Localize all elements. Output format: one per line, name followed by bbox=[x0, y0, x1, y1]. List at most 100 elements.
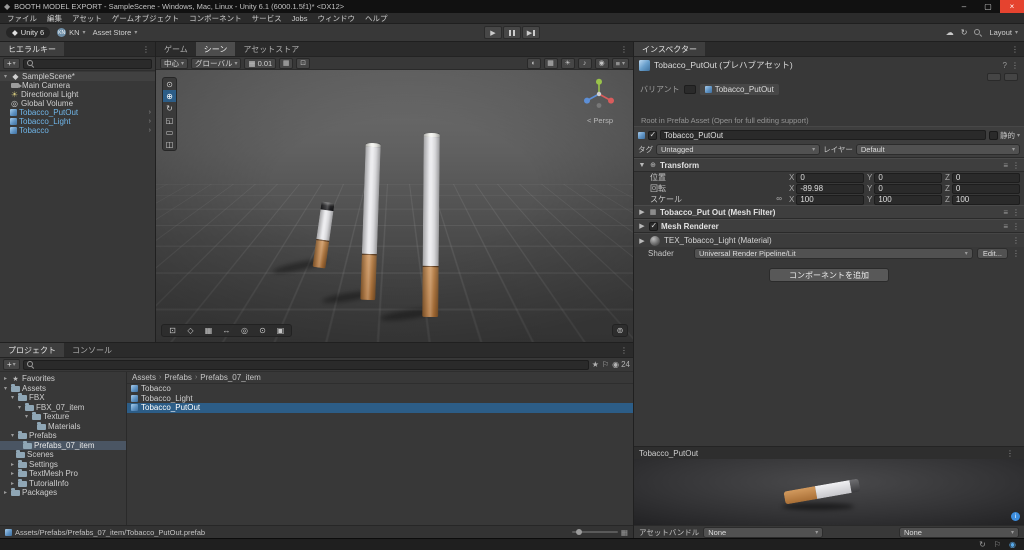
shading-mode-icon[interactable]: ◐ bbox=[526, 57, 541, 69]
expander-icon[interactable]: ▸ bbox=[9, 480, 16, 487]
uniform-scale-link-icon[interactable]: ∞ bbox=[776, 194, 782, 203]
inspector-menu-icon[interactable]: ⋮ bbox=[1006, 42, 1024, 56]
rotate-tool-button[interactable]: ↻ bbox=[163, 102, 176, 114]
presets-icon[interactable]: ≡ bbox=[1003, 222, 1008, 231]
tree-item-packages[interactable]: ▸ Packages bbox=[0, 488, 126, 498]
breadcrumb-assets[interactable]: Assets bbox=[132, 373, 156, 382]
expander-icon[interactable]: ▾ bbox=[16, 404, 23, 411]
menu-services[interactable]: サービス bbox=[247, 13, 287, 24]
orientation-gizmo[interactable] bbox=[579, 76, 619, 116]
tab-game[interactable]: ゲーム bbox=[156, 42, 196, 56]
expander-icon[interactable]: ▸ bbox=[2, 375, 9, 382]
search-by-type-icon[interactable]: ★ bbox=[592, 360, 599, 369]
tab-project[interactable]: プロジェクト bbox=[0, 343, 64, 357]
tree-item-textmesh-pro[interactable]: ▸ TextMesh Pro bbox=[0, 469, 126, 479]
material-foldout[interactable]: ▶ TEX_Tobacco_Light (Material) ⋮ bbox=[634, 233, 1024, 247]
unity-version-badge[interactable]: ◆ Unity 6 bbox=[6, 27, 51, 38]
kebab-icon[interactable]: ⋮ bbox=[1012, 161, 1020, 170]
orientation-dropdown[interactable]: グローバル ▾ bbox=[191, 57, 242, 69]
overlay-tool-icon-3[interactable]: ▦ bbox=[200, 325, 217, 336]
cloud-icon[interactable]: ☁ bbox=[946, 28, 954, 37]
asset-bundle-button[interactable] bbox=[1004, 73, 1018, 81]
icon-size-slider[interactable] bbox=[571, 529, 618, 535]
hierarchy-item-tobacco-putout[interactable]: Tobacco_PutOut › bbox=[0, 108, 155, 117]
help-icon[interactable]: ? bbox=[1003, 61, 1007, 70]
expander-icon[interactable]: ▾ bbox=[9, 394, 16, 401]
scale-z-field[interactable]: 100 bbox=[951, 194, 1020, 205]
gameobject-name-field[interactable]: Tobacco_PutOut bbox=[660, 130, 986, 140]
maximize-button[interactable]: ▢ bbox=[976, 0, 1000, 13]
active-checkbox[interactable] bbox=[648, 130, 657, 140]
tree-item-scenes[interactable]: Scenes bbox=[0, 450, 126, 460]
tree-item-materials[interactable]: Materials bbox=[0, 421, 126, 432]
increment-snap-icon[interactable]: ⊡ bbox=[296, 57, 311, 69]
chevron-down-icon[interactable]: ▾ bbox=[1017, 132, 1020, 139]
step-button[interactable]: ▶ bbox=[522, 26, 540, 39]
camera-overlay-toggle[interactable]: ⊚ bbox=[612, 324, 628, 337]
tree-item-settings[interactable]: ▸ Settings bbox=[0, 459, 126, 470]
expander-icon[interactable]: ▸ bbox=[9, 470, 16, 477]
hierarchy-item-tobacco[interactable]: Tobacco › bbox=[0, 126, 155, 135]
search-by-label-icon[interactable]: ⚐ bbox=[602, 360, 609, 369]
scene-header-row[interactable]: ▾ ◆ SampleScene* bbox=[0, 72, 155, 81]
kebab-icon[interactable]: ⋮ bbox=[1012, 249, 1020, 258]
overlay-tool-icon-5[interactable]: ◎ bbox=[236, 325, 253, 336]
rotation-y-field[interactable]: 0 bbox=[874, 183, 942, 194]
tab-asset-store[interactable]: アセットストア bbox=[235, 42, 307, 56]
project-add-button[interactable]: + ▾ bbox=[3, 359, 20, 370]
kebab-icon[interactable]: ⋮ bbox=[1011, 61, 1019, 70]
tree-item-favorites[interactable]: ▸ ★ Favorites bbox=[0, 374, 126, 384]
presets-icon[interactable]: ≡ bbox=[1003, 208, 1008, 217]
hierarchy-search-input[interactable] bbox=[22, 58, 152, 69]
overlay-tool-icon-2[interactable]: ◇ bbox=[182, 325, 199, 336]
open-prefab-arrow-icon[interactable]: › bbox=[149, 118, 153, 125]
add-component-button[interactable]: コンポーネントを追加 bbox=[769, 268, 889, 282]
overlay-tool-icon-7[interactable]: ▣ bbox=[272, 325, 289, 336]
asset-store-button[interactable]: Asset Store ▾ bbox=[93, 28, 138, 37]
view-tool-button[interactable]: ⊙ bbox=[163, 78, 176, 90]
asset-preview[interactable]: i bbox=[634, 459, 1024, 525]
tree-item-fbx-07-item[interactable]: ▾ FBX_07_item bbox=[0, 402, 126, 413]
project-search-input[interactable] bbox=[22, 359, 589, 370]
foldout-icon[interactable]: ▼ bbox=[638, 162, 646, 169]
expander-icon[interactable]: ▸ bbox=[9, 461, 16, 468]
hierarchy-item-tobacco-light[interactable]: Tobacco_Light › bbox=[0, 117, 155, 126]
account-button[interactable]: KN KN ▾ bbox=[57, 28, 86, 37]
snap-toggle-icon[interactable]: ▦ bbox=[279, 57, 294, 69]
hidden-items-count[interactable]: ◉ 24 bbox=[612, 360, 630, 369]
rotation-x-field[interactable]: -89.98 bbox=[796, 183, 864, 194]
tree-item-fbx[interactable]: ▾ FBX bbox=[0, 393, 126, 403]
mesh-filter-component-header[interactable]: ▶ ▦ Tobacco_Put Out (Mesh Filter) ≡ ⋮ bbox=[634, 205, 1024, 219]
menu-window[interactable]: ウィンドウ bbox=[312, 13, 360, 24]
expander-icon[interactable]: ▾ bbox=[9, 432, 16, 439]
menu-gameobject[interactable]: ゲームオブジェクト bbox=[107, 13, 184, 24]
rotation-z-field[interactable]: 0 bbox=[951, 183, 1020, 194]
transform-component-header[interactable]: ▼ ⊕ Transform ≡ ⋮ bbox=[634, 158, 1024, 172]
foldout-icon[interactable]: ▶ bbox=[638, 237, 646, 245]
expander-icon[interactable]: ▾ bbox=[23, 413, 30, 420]
scale-x-field[interactable]: 100 bbox=[796, 194, 864, 205]
tree-item-tutorialinfo[interactable]: ▸ TutorialInfo bbox=[0, 478, 126, 489]
hierarchy-item-global-volume[interactable]: ◎ Global Volume bbox=[0, 99, 155, 108]
file-tobacco-putout[interactable]: Tobacco_PutOut bbox=[127, 403, 633, 413]
move-tool-button[interactable]: ⊕ bbox=[163, 90, 176, 102]
foldout-icon[interactable]: ▶ bbox=[638, 222, 646, 230]
file-tobacco-light[interactable]: Tobacco_Light bbox=[127, 394, 633, 404]
grid-view-toggle-icon[interactable]: ▦ bbox=[621, 528, 628, 537]
transform-tool-button[interactable]: ◫ bbox=[163, 138, 176, 150]
shader-edit-button[interactable]: Edit... bbox=[976, 248, 1008, 259]
slider-handle[interactable] bbox=[575, 529, 582, 535]
tag-dropdown[interactable]: Untagged ▾ bbox=[656, 143, 821, 155]
scene-viewport[interactable]: ⊙ ⊕ ↻ ◱ ▭ ◫ < Persp ⊡ ◇ ▦ ↔ ◎ ⊙ ▣ ⊚ bbox=[156, 70, 633, 342]
shader-dropdown[interactable]: Universal Render Pipeline/Lit ▾ bbox=[694, 248, 973, 259]
pause-button[interactable] bbox=[503, 26, 521, 39]
menu-assets[interactable]: アセット bbox=[67, 13, 107, 24]
layer-dropdown[interactable]: Default ▾ bbox=[855, 143, 1020, 155]
grid-snap-size[interactable]: ▦ 0.01 bbox=[244, 57, 277, 69]
overlay-tool-icon-4[interactable]: ↔ bbox=[218, 325, 235, 336]
tree-item-texture[interactable]: ▾ Texture bbox=[0, 412, 126, 422]
presets-icon[interactable]: ≡ bbox=[1003, 161, 1008, 170]
menu-component[interactable]: コンポーネント bbox=[184, 13, 247, 24]
tab-hierarchy[interactable]: ヒエラルキー bbox=[0, 42, 64, 56]
rect-tool-button[interactable]: ▭ bbox=[163, 126, 176, 138]
